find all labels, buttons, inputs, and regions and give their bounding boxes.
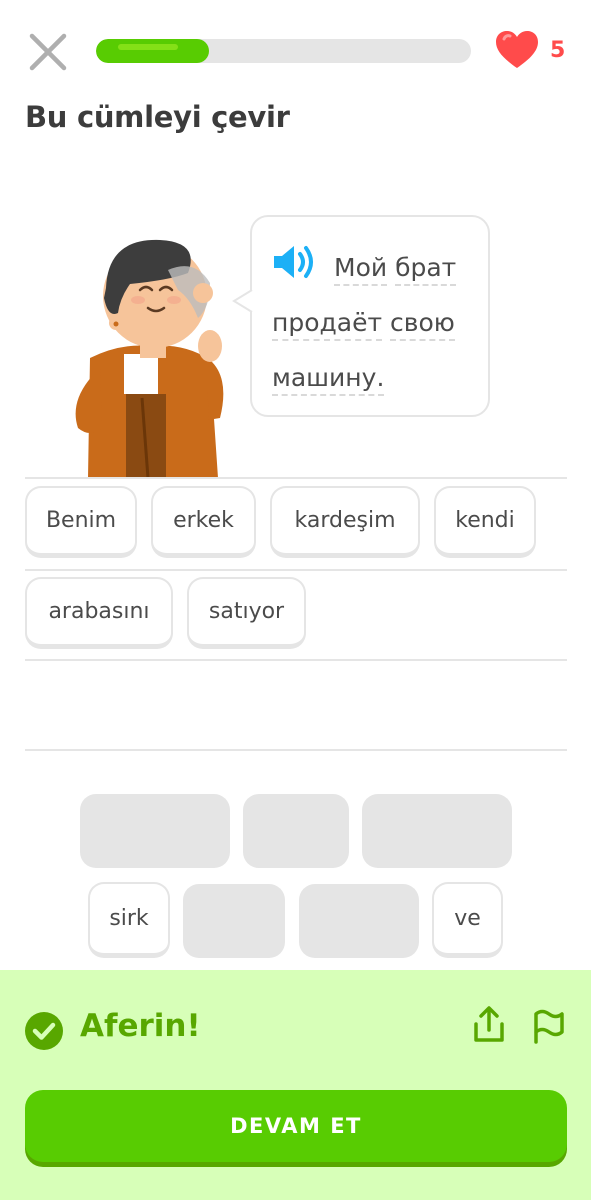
answer-line	[25, 569, 567, 571]
answer-word-chip[interactable]: erkek	[151, 486, 256, 558]
word-bank-empty-slot	[80, 794, 230, 868]
answer-word-chip[interactable]: kardeşim	[270, 486, 420, 558]
hearts-count: 5	[550, 37, 566, 63]
sentence-word[interactable]: машину.	[272, 363, 385, 396]
sentence-word[interactable]: брат	[395, 253, 457, 286]
check-circle-icon	[25, 1012, 63, 1050]
sentence-word[interactable]: свою	[390, 308, 455, 341]
hearts-counter[interactable]: 5	[494, 30, 565, 70]
word-bank-chip[interactable]: sirk	[88, 882, 170, 958]
lesson-progress-bar	[96, 39, 471, 63]
word-bank-empty-slot	[243, 794, 349, 868]
feedback-message: Aferin!	[80, 1008, 201, 1044]
close-button[interactable]	[28, 32, 68, 72]
speech-bubble-tail	[232, 290, 253, 312]
word-bank-empty-slot	[299, 884, 419, 958]
source-sentence: Мой брат продаёт свою машину.	[272, 240, 482, 405]
feedback-panel	[0, 970, 591, 1200]
word-bank-empty-slot	[183, 884, 285, 958]
answer-line	[25, 659, 567, 661]
continue-button[interactable]: DEVAM ET	[25, 1090, 567, 1162]
answer-word-chip[interactable]: Benim	[25, 486, 137, 558]
sentence-word[interactable]: продаёт	[272, 308, 383, 341]
answer-line	[25, 749, 567, 751]
flag-icon	[534, 1009, 564, 1044]
progress-shine	[118, 44, 178, 50]
page-title: Bu cümleyi çevir	[25, 100, 290, 134]
share-button[interactable]	[472, 1006, 506, 1044]
sentence-word[interactable]: Мой	[334, 253, 388, 286]
report-button[interactable]	[532, 1006, 566, 1044]
close-icon	[29, 33, 67, 71]
progress-fill	[96, 39, 209, 63]
answer-divider	[25, 477, 567, 479]
answer-word-chip[interactable]: arabasını	[25, 577, 173, 649]
answer-word-chip[interactable]: kendi	[434, 486, 536, 558]
character-illustration	[75, 239, 224, 478]
word-bank-chip[interactable]: ve	[432, 882, 503, 958]
heart-icon	[496, 31, 538, 68]
word-bank-empty-slot	[362, 794, 512, 868]
answer-word-chip[interactable]: satıyor	[187, 577, 306, 649]
share-icon	[474, 1006, 504, 1042]
